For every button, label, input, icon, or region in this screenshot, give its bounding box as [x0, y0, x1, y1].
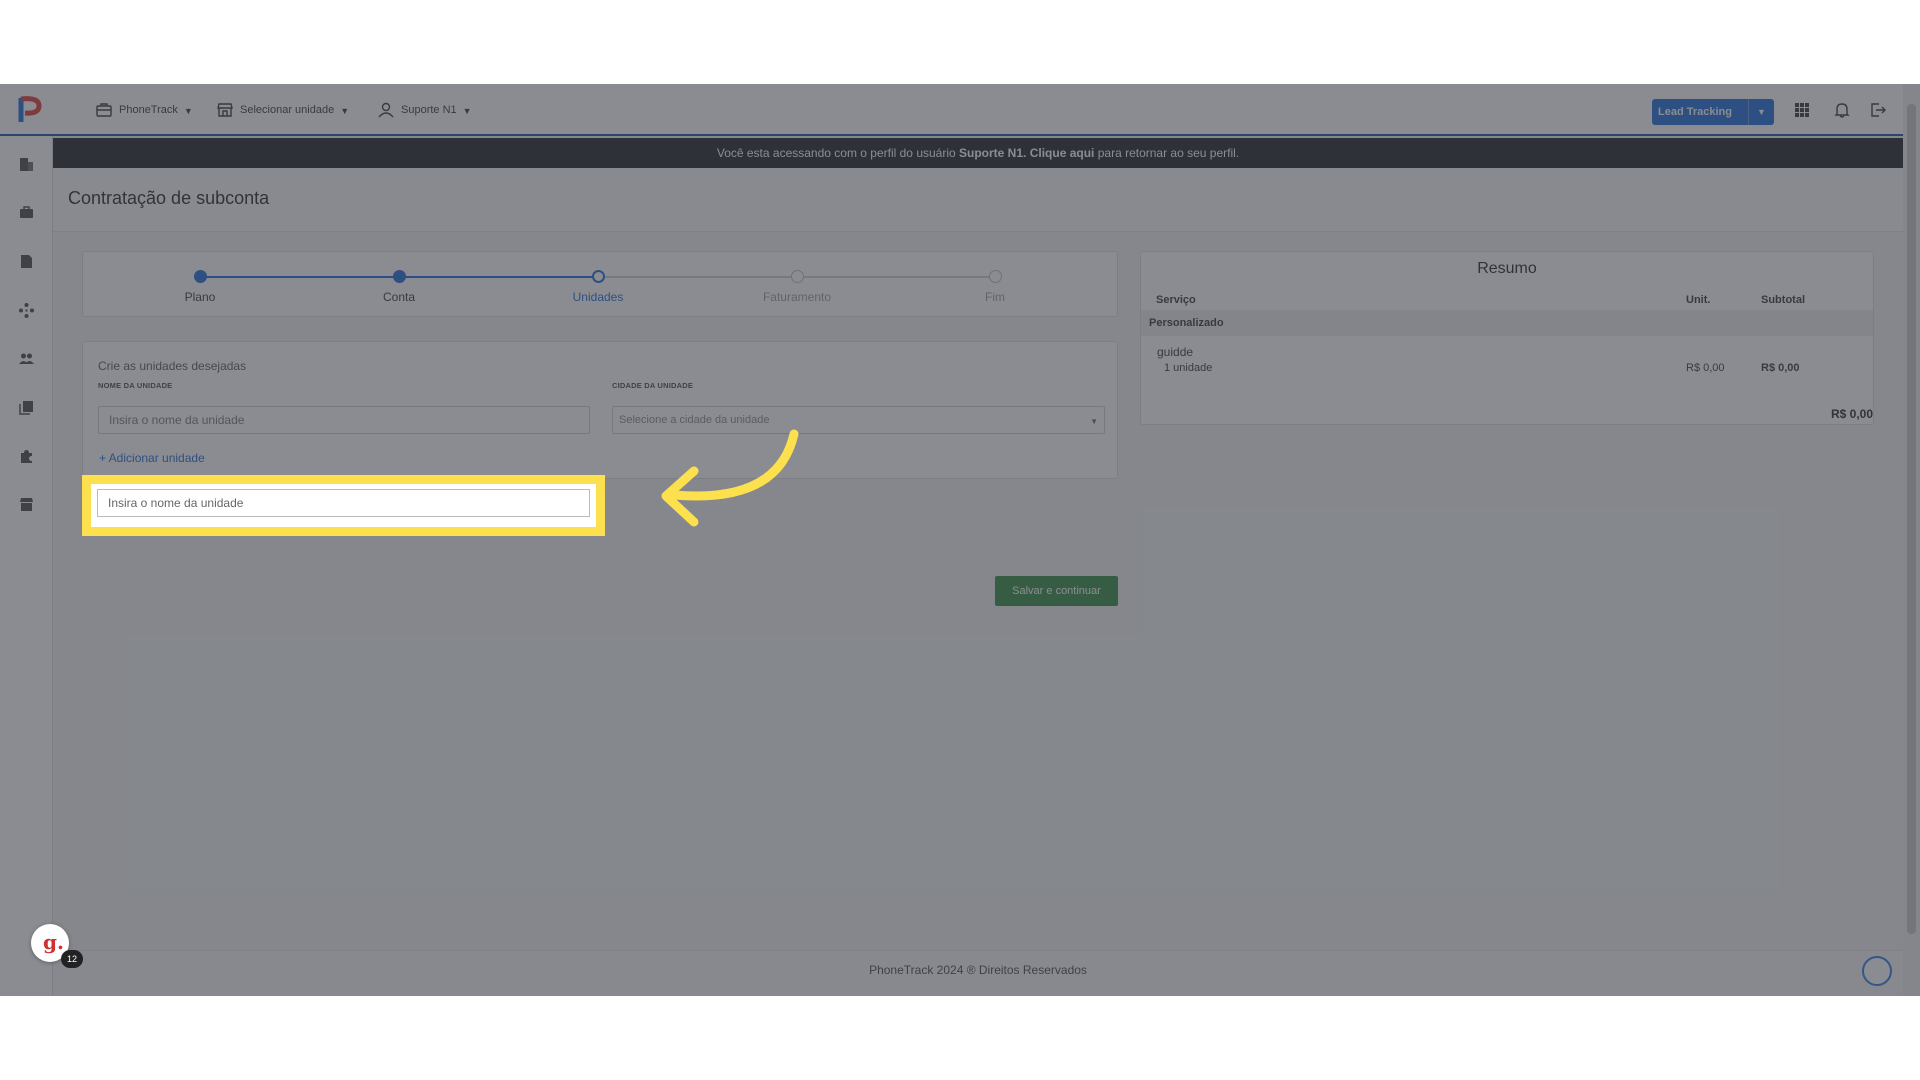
lead-tracking-button[interactable]: Lead Tracking ▼ [1652, 99, 1774, 125]
summary-item-name: guidde [1157, 345, 1194, 359]
step-dot-faturamento [791, 270, 804, 283]
chevron-down-icon[interactable]: ▼ [1748, 99, 1774, 125]
building-icon[interactable] [18, 156, 35, 173]
step-label-unidades: Unidades [572, 290, 624, 304]
logout-icon[interactable] [1869, 101, 1887, 119]
page-header: Contratação de subconta [53, 168, 1903, 232]
summary-category: Personalizado [1141, 310, 1873, 336]
step-label-faturamento: Faturamento [762, 290, 832, 304]
units-form: Crie as unidades desejadas NOME DA UNIDA… [82, 341, 1118, 479]
step-dot-plano [194, 270, 207, 283]
step-label-conta: Conta [382, 290, 416, 304]
summary-col-service: Serviço [1156, 294, 1196, 306]
highlight-frame [82, 475, 605, 536]
banner-link[interactable]: Clique aqui [1030, 146, 1095, 160]
user-menu-label: Suporte N1 [401, 104, 457, 116]
users-icon[interactable] [18, 350, 35, 367]
briefcase-icon [96, 103, 112, 117]
guidde-count-badge: 12 [61, 950, 83, 968]
page-title: Contratação de subconta [68, 188, 270, 208]
store-icon [217, 103, 233, 117]
unit-name-label: NOME DA UNIDADE [98, 381, 173, 390]
summary-col-subtotal: Subtotal [1761, 294, 1805, 306]
banner-user: Suporte N1. [959, 146, 1027, 160]
summary-panel: Resumo Serviço Unit. Subtotal Personaliz… [1140, 251, 1874, 425]
summary-total: R$ 0,00 [1830, 407, 1873, 421]
stepper: Plano Conta Unidades Faturamento Fim [82, 251, 1118, 317]
network-icon[interactable] [18, 302, 35, 319]
scrollbar[interactable] [1903, 84, 1920, 996]
sidebar [0, 136, 53, 996]
step-label-fim: Fim [985, 290, 1005, 304]
footer-text: PhoneTrack 2024 ® Direitos Reservados [869, 963, 1087, 977]
phonetrack-logo[interactable] [17, 94, 43, 124]
summary-col-unit: Unit. [1686, 294, 1711, 306]
step-dot-unidades [592, 270, 605, 283]
store-icon[interactable] [18, 496, 35, 513]
chevron-down-icon: ▼ [183, 106, 193, 116]
summary-item-unit-price: R$ 0,00 [1686, 362, 1725, 374]
unit-menu[interactable]: Selecionar unidade ▼ [216, 99, 349, 121]
lead-tracking-label: Lead Tracking [1658, 106, 1732, 118]
form-hint: Crie as unidades desejadas [98, 359, 247, 373]
account-menu[interactable]: PhoneTrack ▼ [95, 99, 193, 121]
unit-name-input[interactable] [98, 406, 590, 434]
user-menu[interactable]: Suporte N1 ▼ [377, 99, 472, 121]
briefcase-icon[interactable] [18, 204, 35, 221]
chevron-down-icon: ▼ [462, 106, 472, 116]
add-unit-link[interactable]: + Adicionar unidade [99, 451, 205, 465]
step-dot-conta [393, 270, 406, 283]
save-continue-button[interactable]: Salvar e continuar [995, 576, 1118, 606]
scrollbar-thumb[interactable] [1907, 104, 1916, 934]
summary-item-qty: 1 unidade [1164, 362, 1213, 374]
bell-icon[interactable] [1833, 101, 1851, 119]
help-chat-icon[interactable] [1862, 956, 1892, 986]
unit-city-placeholder: Selecione a cidade da unidade [619, 414, 770, 426]
unit-city-label: CIDADE DA UNIDADE [612, 381, 694, 390]
banner-suffix: para retornar ao seu perfil. [1097, 146, 1240, 160]
top-bar: PhoneTrack ▼ Selecionar unidade ▼ Suport… [0, 84, 1903, 136]
pointer-arrow-icon [661, 429, 799, 527]
account-menu-label: PhoneTrack [119, 104, 178, 116]
user-icon [378, 102, 394, 118]
library-icon[interactable] [18, 399, 35, 416]
document-icon[interactable] [18, 253, 35, 270]
unit-name-input-highlighted[interactable] [97, 489, 590, 517]
summary-title: Resumo [1477, 260, 1537, 277]
apps-grid-icon[interactable] [1793, 101, 1811, 119]
puzzle-icon[interactable] [18, 448, 35, 465]
guidde-logo: g. [43, 930, 64, 954]
impersonation-banner: Você esta acessando com o perfil do usuá… [53, 138, 1903, 168]
app-window: PhoneTrack ▼ Selecionar unidade ▼ Suport… [0, 84, 1920, 996]
footer: PhoneTrack 2024 ® Direitos Reservados [53, 950, 1903, 996]
chevron-down-icon: ▼ [340, 106, 350, 116]
step-dot-fim [989, 270, 1002, 283]
banner-prefix: Você esta acessando com o perfil do usuá… [716, 146, 956, 160]
unit-menu-label: Selecionar unidade [240, 104, 335, 116]
summary-item-subtotal: R$ 0,00 [1761, 362, 1800, 374]
step-label-plano: Plano [184, 290, 216, 304]
caret-down-icon: ▼ [1090, 417, 1098, 426]
